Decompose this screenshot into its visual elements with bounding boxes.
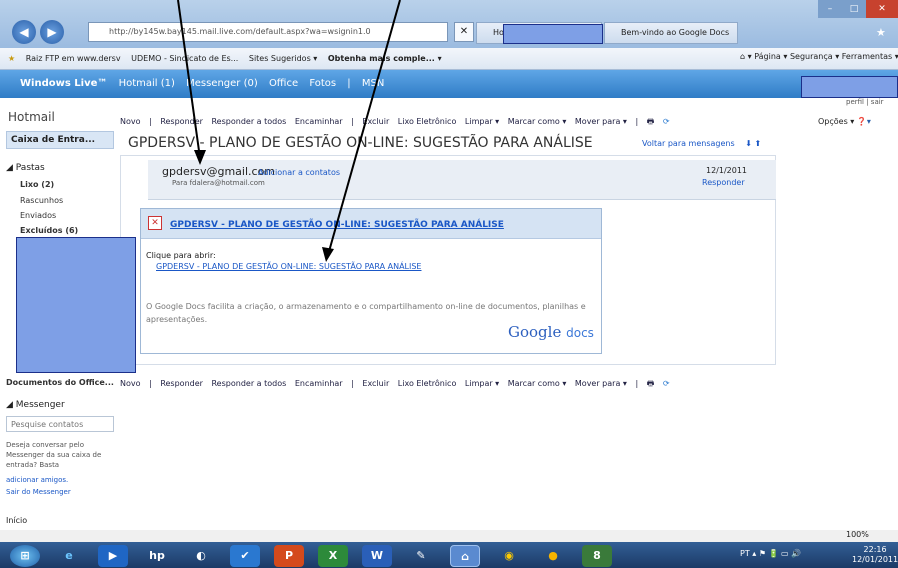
- checkmark-app-icon[interactable]: ✔: [230, 545, 260, 567]
- paint-icon[interactable]: ✎: [406, 545, 436, 567]
- zoom-level[interactable]: 100%: [846, 530, 869, 539]
- explorer-icon[interactable]: ⌂: [450, 545, 480, 567]
- app-icon[interactable]: ◐: [186, 545, 216, 567]
- tray-icons[interactable]: ▴ ⚑ 🔋 ▭ 🔊: [752, 549, 801, 558]
- arrow-to-sender: [177, 0, 201, 159]
- arrowhead-sender: [194, 150, 206, 165]
- powerpoint-icon[interactable]: P: [274, 545, 304, 567]
- app-circle-icon[interactable]: ●: [538, 545, 568, 567]
- start-orb-icon[interactable]: ⊞: [10, 545, 40, 567]
- clock-date: 12/01/2011: [852, 555, 898, 564]
- clock-time: 22:16: [863, 545, 887, 554]
- clock[interactable]: 22:16 12/01/2011: [852, 545, 898, 565]
- chrome-icon[interactable]: ◉: [494, 545, 524, 567]
- excel-icon[interactable]: X: [318, 545, 348, 567]
- language-indicator[interactable]: PT: [740, 549, 750, 558]
- system-tray: PT ▴ ⚑ 🔋 ▭ 🔊: [740, 549, 801, 558]
- media-player-icon[interactable]: ▶: [98, 545, 128, 567]
- arrowhead-doc-link: [322, 247, 334, 262]
- word-icon[interactable]: W: [362, 545, 392, 567]
- browser-statusbar: [0, 530, 898, 542]
- arrow-to-doc-link: [327, 0, 401, 256]
- google-app-icon[interactable]: 8: [582, 545, 612, 567]
- annotation-arrows: [177, 0, 401, 262]
- ie-taskbar-icon[interactable]: e: [54, 545, 84, 567]
- hp-icon[interactable]: hp: [142, 545, 172, 567]
